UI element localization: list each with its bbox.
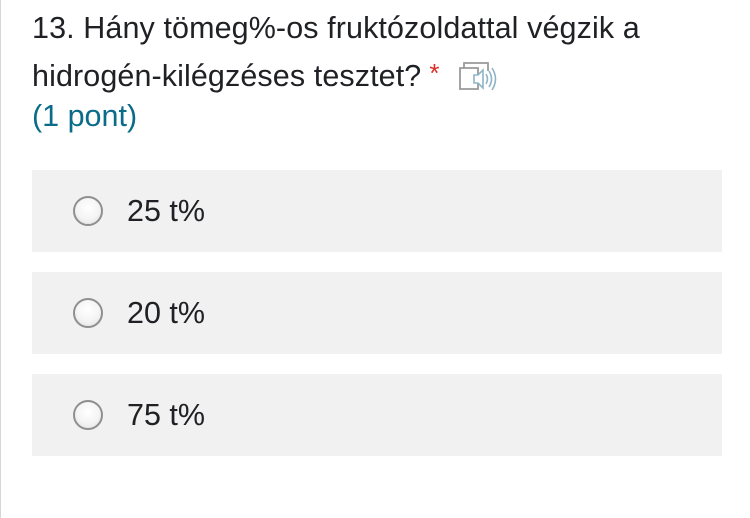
question-line-2: hidrogén-kilégzéses tesztet?: [32, 59, 422, 93]
radio-button[interactable]: [73, 400, 103, 430]
option-row[interactable]: 20 t%: [32, 272, 722, 354]
radio-button[interactable]: [73, 298, 103, 328]
option-row[interactable]: 75 t%: [32, 374, 722, 456]
quiz-page: 13. Hány tömeg%-os fruktózoldattal végzi…: [0, 0, 750, 518]
speaker-book-icon[interactable]: [456, 59, 500, 93]
option-label: 75 t%: [127, 398, 205, 432]
answer-options: 25 t% 20 t% 75 t%: [32, 170, 722, 476]
question-points: (1 pont): [32, 99, 138, 133]
question-text: 13. Hány tömeg%-os fruktózoldattal végzi…: [32, 4, 732, 101]
radio-button[interactable]: [73, 196, 103, 226]
option-label: 20 t%: [127, 296, 205, 330]
option-row[interactable]: 25 t%: [32, 170, 722, 252]
option-label: 25 t%: [127, 194, 205, 228]
question-line-2-wrapper: hidrogén-kilégzéses tesztet? *: [32, 52, 732, 101]
required-asterisk: *: [429, 58, 440, 88]
question-line-1: 13. Hány tömeg%-os fruktózoldattal végzi…: [32, 11, 640, 45]
